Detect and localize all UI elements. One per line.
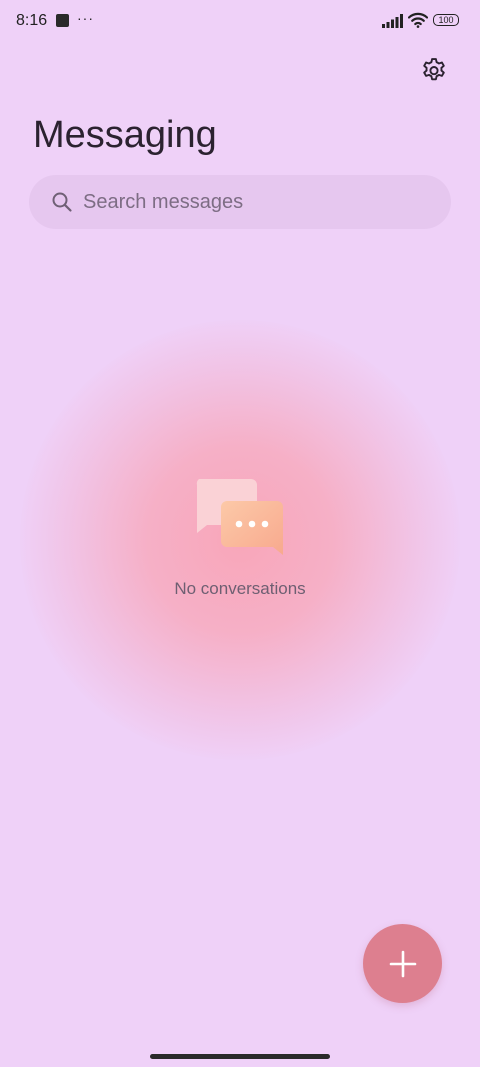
gear-icon — [423, 58, 445, 81]
signal-icon — [382, 14, 403, 28]
home-indicator[interactable] — [150, 1054, 330, 1059]
settings-button[interactable] — [416, 52, 452, 88]
chat-bubbles-icon — [196, 479, 283, 555]
empty-state-text: No conversations — [174, 579, 306, 598]
battery-level: 100 — [438, 14, 454, 25]
search-icon — [52, 192, 72, 212]
search-bar[interactable] — [29, 175, 451, 229]
wifi-icon — [408, 12, 428, 28]
new-conversation-button[interactable] — [363, 924, 442, 1003]
status-bar: 8:16 ··· 100 — [0, 0, 480, 44]
messaging-screen: 8:16 ··· 100 Messaging Search messages N… — [0, 0, 480, 1067]
page-title: Messaging — [33, 114, 217, 156]
plus-icon — [389, 950, 416, 977]
status-more-icon: ··· — [77, 10, 94, 26]
status-time: 8:16 — [16, 12, 48, 29]
battery-icon: 100 — [433, 14, 459, 26]
search-input[interactable] — [83, 175, 423, 229]
notification-app-icon — [56, 14, 69, 27]
